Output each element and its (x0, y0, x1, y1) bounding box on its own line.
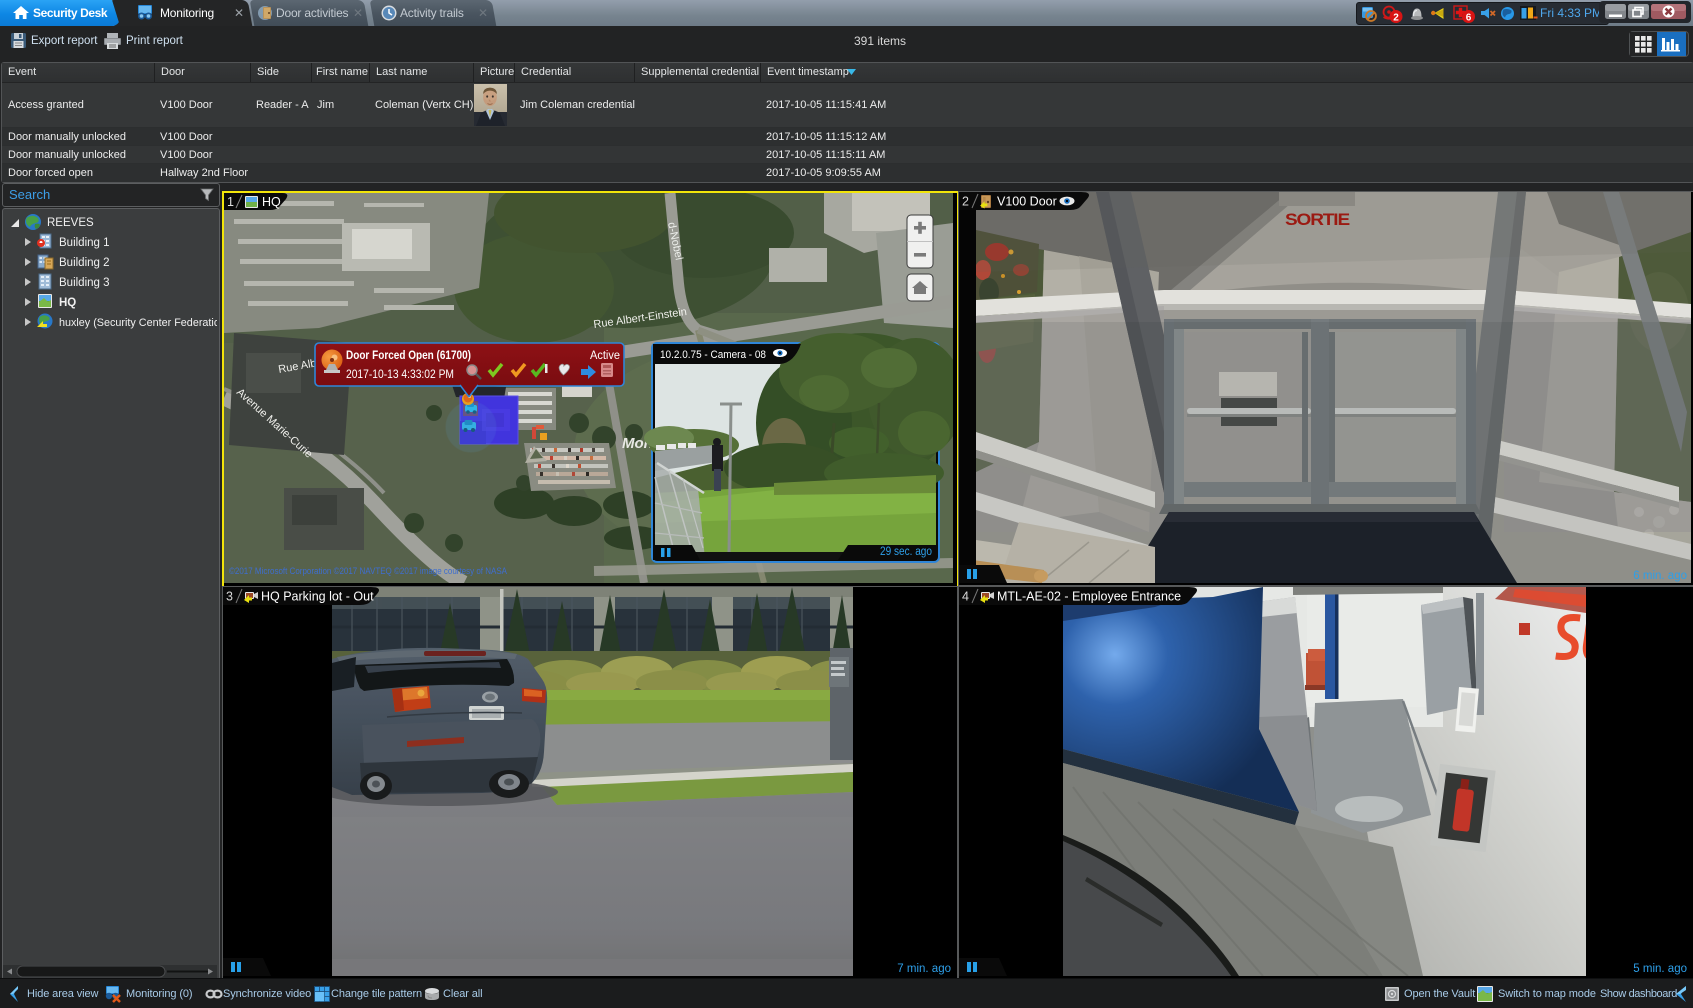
svg-text:2: 2 (962, 195, 969, 209)
svg-text:3: 3 (226, 590, 233, 604)
svg-text:29 sec. ago: 29 sec. ago (880, 546, 932, 558)
svg-text:HQ: HQ (262, 195, 281, 209)
svg-text:7 min. ago: 7 min. ago (897, 963, 951, 975)
svg-text:10.2.0.75 - Camera - 08: 10.2.0.75 - Camera - 08 (660, 349, 766, 361)
svg-text:Building 2: Building 2 (59, 257, 110, 269)
svg-text:Building 1: Building 1 (59, 237, 110, 249)
svg-text:4: 4 (962, 590, 969, 604)
svg-text:Building 3: Building 3 (59, 277, 110, 289)
svg-text:5 min. ago: 5 min. ago (1633, 963, 1687, 975)
svg-text:1: 1 (227, 195, 234, 209)
svg-text:6: 6 (1466, 13, 1472, 24)
svg-text:huxley (Security Center Federa: huxley (Security Center Federation™) (59, 317, 217, 329)
svg-text:MTL-AE-02 - Employee Entrance: MTL-AE-02 - Employee Entrance (997, 590, 1181, 604)
svg-text:V100 Door: V100 Door (997, 195, 1057, 209)
svg-text:REEVES: REEVES (47, 217, 94, 229)
svg-text:2017-10-13 4:33:02 PM: 2017-10-13 4:33:02 PM (346, 369, 454, 381)
svg-text:Active: Active (590, 350, 620, 362)
svg-text:©2017 Microsoft Corporation ©: ©2017 Microsoft Corporation ©2017 NAVTEQ… (229, 566, 507, 576)
svg-text:HQ: HQ (59, 297, 76, 309)
svg-text:Door Forced Open (61700): Door Forced Open (61700) (346, 350, 471, 362)
svg-text:6 min. ago: 6 min. ago (1633, 570, 1687, 582)
svg-text:HQ Parking lot - Out: HQ Parking lot - Out (261, 590, 374, 604)
svg-text:2: 2 (1393, 13, 1399, 24)
